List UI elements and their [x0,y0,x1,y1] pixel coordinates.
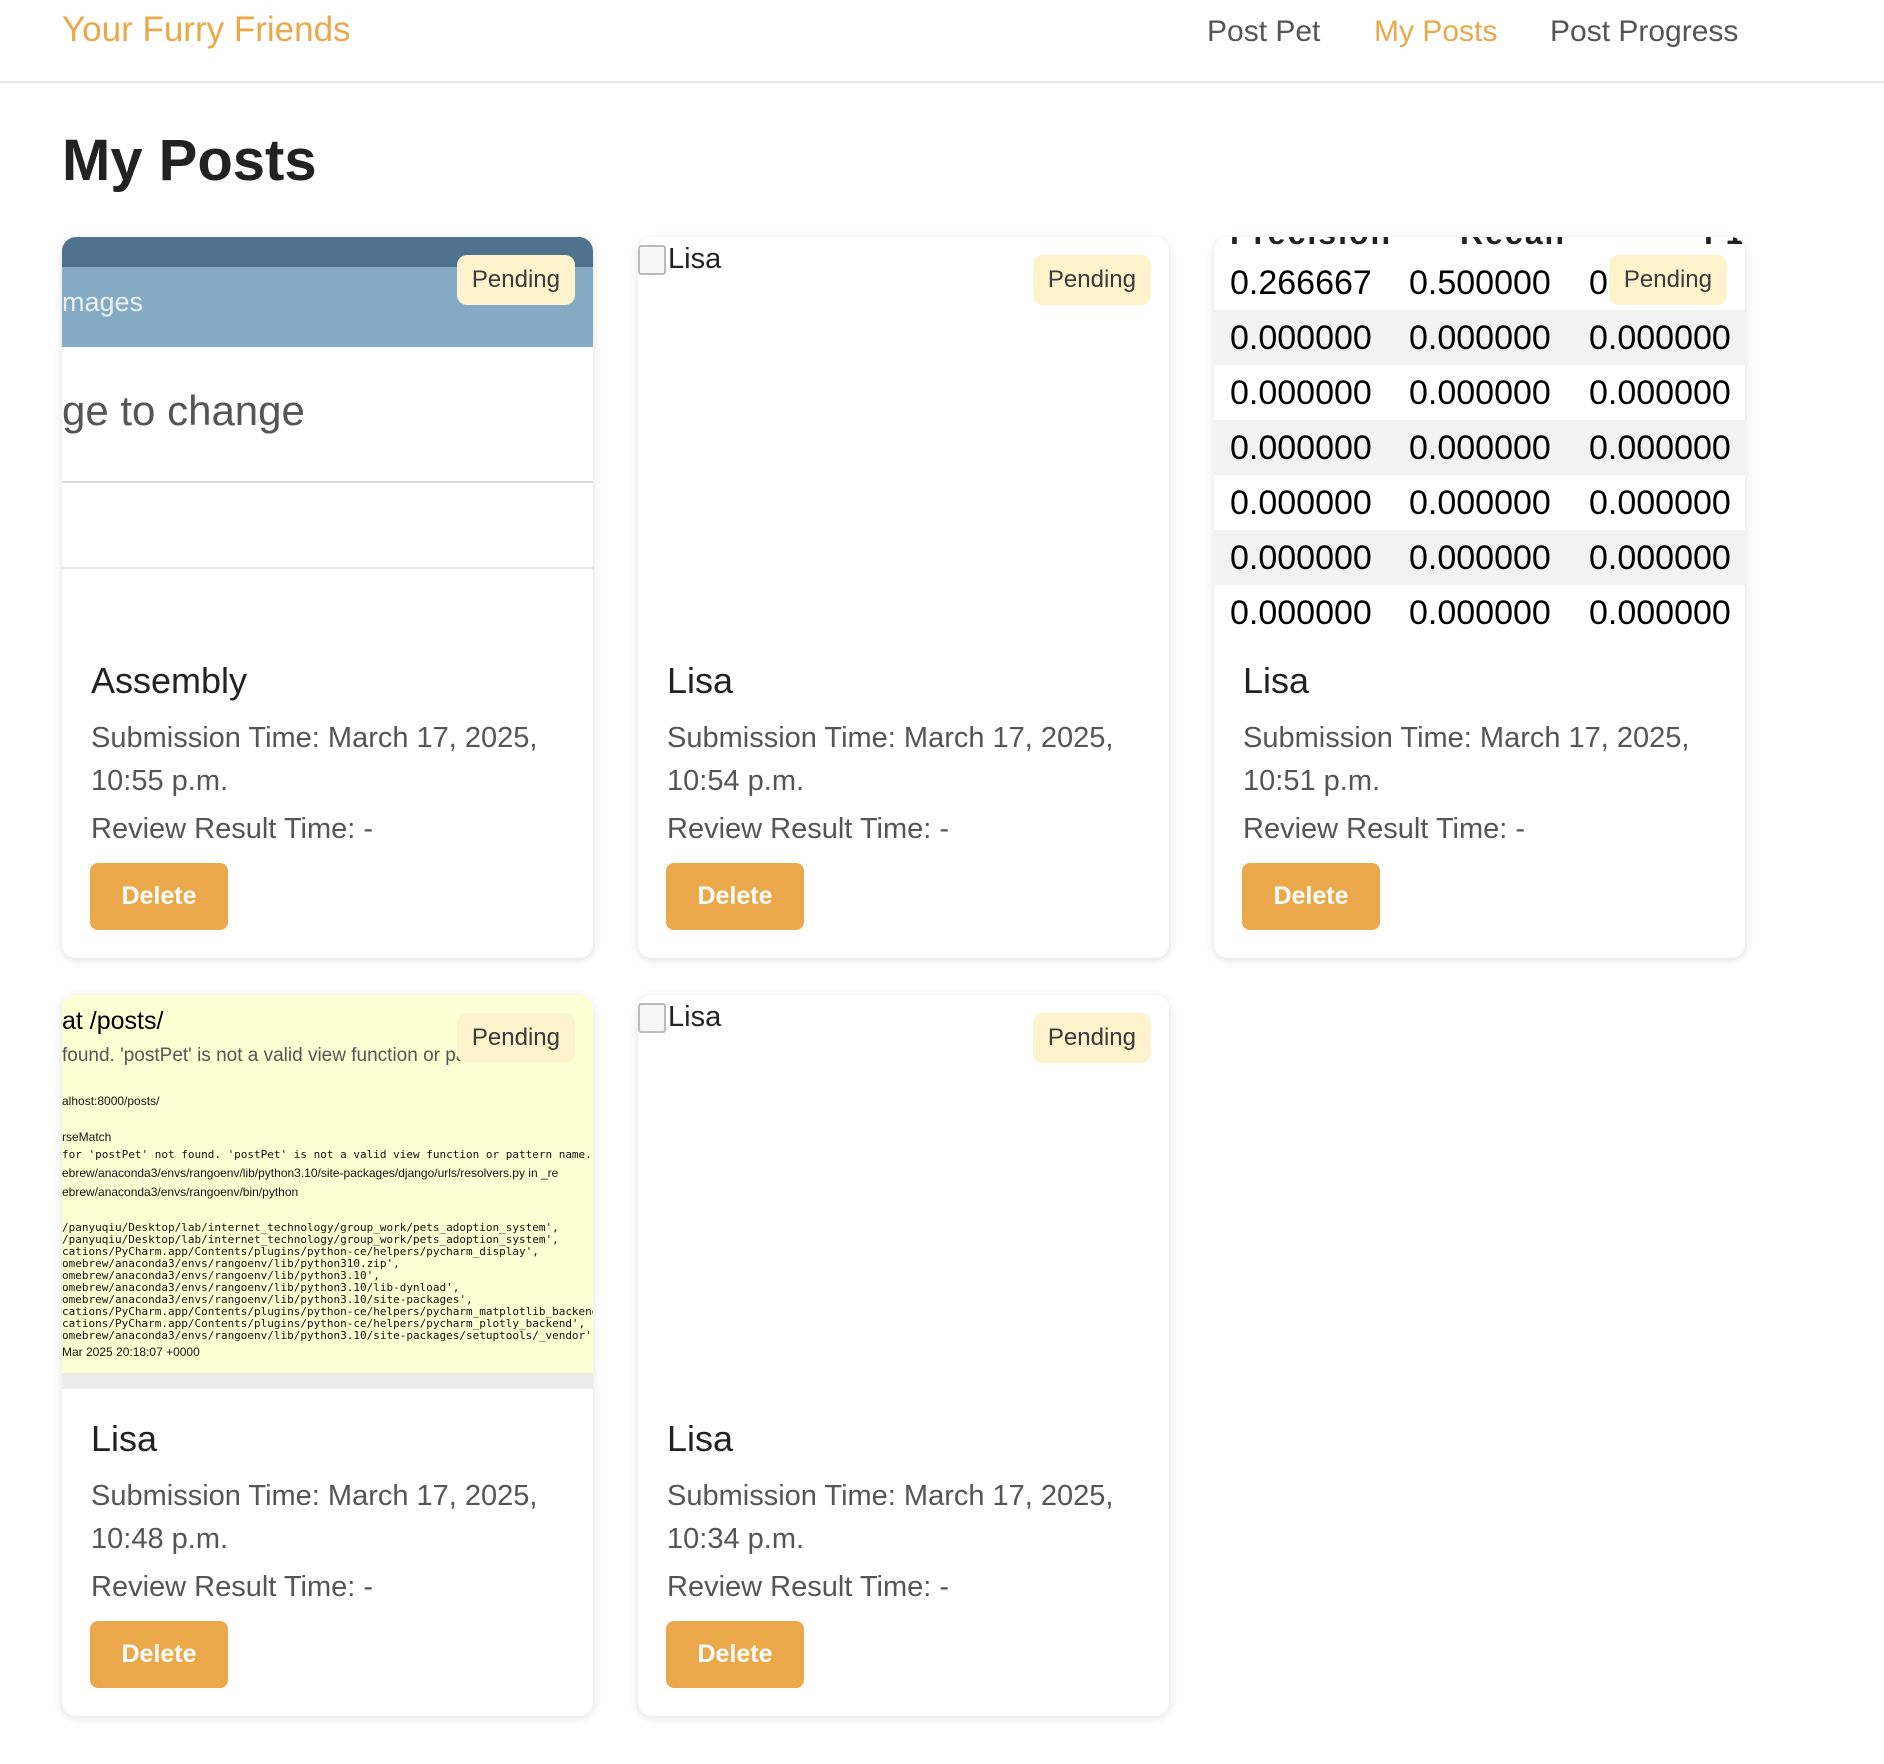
review-result-time: Review Result Time: - [667,1571,950,1603]
post-card: Lisa Pending Lisa Submission Time: March… [638,237,1169,958]
post-title: Lisa [667,1418,734,1459]
table-cell: 0.000000 [1589,594,1731,632]
table-row: 0.000000 0.000000 0.000000 [1214,365,1745,420]
status-badge: Pending [1032,255,1151,305]
post-title: Lisa [91,1418,158,1459]
nav-post-progress[interactable]: Post Progress [1550,12,1738,52]
table-row: 0.000000 0.000000 0.000000 [1214,585,1745,637]
table-cell: 0.000000 [1409,484,1551,522]
submission-time: Submission Time: March 17, 2025, 10:54 p… [667,722,1114,797]
table-cell: 0.000000 [1589,429,1731,467]
table-header: Precision Recall F1 [1214,237,1745,255]
table-cell: 0.000000 [1409,429,1551,467]
image-alt-text: Lisa [668,243,722,275]
table-cell: 0.266667 [1230,264,1372,302]
image-alt-text: Lisa [668,1001,722,1033]
broken-image: Lisa [638,243,721,276]
thumb-hint-text: ge to change [62,387,305,434]
delete-button[interactable]: Delete [90,863,228,930]
submission-time: Submission Time: March 17, 2025, 10:51 p… [1243,722,1690,797]
error-heading: at /posts/ [62,1007,164,1035]
post-card: Precision Recall F1 0.266667 0.500000 0 … [1214,237,1745,958]
navbar: Your Furry Friends Post Pet My Posts Pos… [0,0,1884,83]
submission-time: Submission Time: March 17, 2025, 10:48 p… [91,1480,538,1555]
table-cell: 0.500000 [1409,264,1551,302]
post-title: Lisa [667,660,734,701]
error-exc-value: for 'postPet' not found. 'postPet' is no… [62,1148,592,1161]
table-cell: 0.000000 [1230,484,1372,522]
thumb-footer-strip [62,1373,593,1389]
error-exc-type: rseMatch [62,1130,112,1144]
post-card: Lisa Pending Lisa Submission Time: March… [638,995,1169,1716]
table-cell: 0.000000 [1409,594,1551,632]
table-cell: 0.000000 [1230,374,1372,412]
table-row: 0.000000 0.000000 0.000000 [1214,530,1745,585]
thumb-band-text: mages [62,287,144,317]
broken-image: Lisa [638,1001,721,1034]
thumb-divider [62,481,593,483]
error-url: alhost:8000/posts/ [62,1094,160,1108]
submission-time: Submission Time: March 17, 2025, 10:55 p… [91,722,538,797]
table-cell: 0 [1589,264,1608,302]
nav-post-pet[interactable]: Post Pet [1207,12,1320,52]
page-title: My Posts [62,128,317,193]
error-location: ebrew/anaconda3/envs/rangoenv/lib/python… [62,1166,559,1180]
error-server-time: Mar 2025 20:18:07 +0000 [62,1345,200,1359]
status-badge: Pending [456,1013,575,1063]
post-title: Assembly [91,660,248,701]
table-cell: 0.000000 [1230,594,1372,632]
table-row: 0.000000 0.000000 0.000000 [1214,310,1745,365]
table-cell: 0.000000 [1589,319,1731,357]
status-badge: Pending [456,255,575,305]
nav-my-posts[interactable]: My Posts [1374,12,1497,52]
delete-button[interactable]: Delete [90,1621,228,1688]
post-card: at /posts/ found. 'postPet' is not a val… [62,995,593,1716]
table-cell: 0.000000 [1230,319,1372,357]
thumb-divider [62,567,593,569]
table-cell: 0.000000 [1409,319,1551,357]
error-executable: ebrew/anaconda3/envs/rangoenv/bin/python [62,1185,299,1199]
table-cell: 0.000000 [1230,539,1372,577]
delete-button[interactable]: Delete [666,863,804,930]
table-cell: 0.000000 [1589,374,1731,412]
status-badge: Pending [1608,255,1727,305]
review-result-time: Review Result Time: - [91,1571,374,1603]
post-title: Lisa [1243,660,1310,701]
broken-image-icon [638,244,666,275]
table-header-cell: Recall [1460,237,1566,252]
table-cell: 0.000000 [1409,539,1551,577]
table-cell: 0.000000 [1230,429,1372,467]
delete-button[interactable]: Delete [666,1621,804,1688]
table-header-cell: Precision [1230,237,1392,252]
error-path-line: omebrew/anaconda3/envs/rangoenv/lib/pyth… [62,1329,593,1342]
table-cell: 0.000000 [1589,539,1731,577]
table-row: 0.000000 0.000000 0.000000 [1214,475,1745,530]
brand-link[interactable]: Your Furry Friends [62,8,351,52]
table-row: 0.000000 0.000000 0.000000 [1214,420,1745,475]
review-result-time: Review Result Time: - [667,813,950,845]
broken-image-icon [638,1002,666,1033]
table-header-cell: F1 [1704,237,1745,252]
status-badge: Pending [1032,1013,1151,1063]
table-cell: 0.000000 [1409,374,1551,412]
review-result-time: Review Result Time: - [91,813,374,845]
submission-time: Submission Time: March 17, 2025, 10:34 p… [667,1480,1114,1555]
review-result-time: Review Result Time: - [1243,813,1526,845]
post-card: mages ge to change Pending Assembly Subm… [62,237,593,958]
table-cell: 0.000000 [1589,484,1731,522]
delete-button[interactable]: Delete [1242,863,1380,930]
